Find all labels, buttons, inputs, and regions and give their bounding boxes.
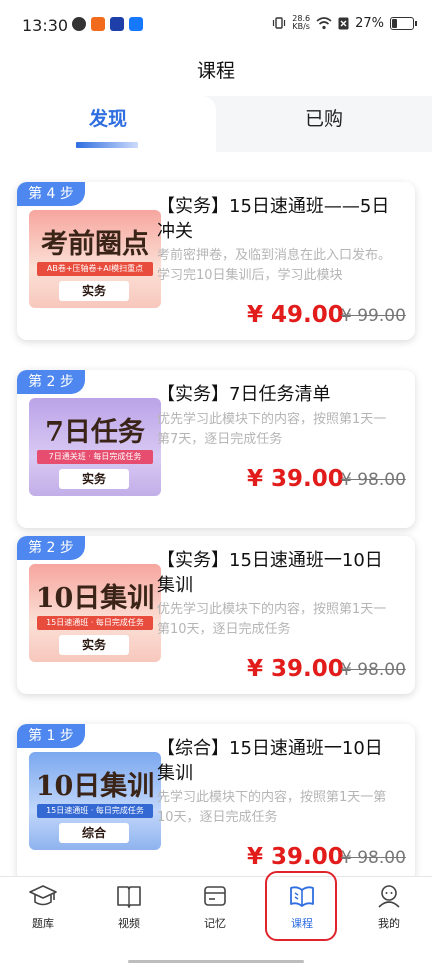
notification-icons: [72, 17, 143, 31]
tab-bar: 发现 已购: [0, 96, 432, 152]
step-badge: 第 1 步: [17, 724, 85, 748]
app-notification-icon: [72, 17, 86, 31]
course-card[interactable]: 第 2 步 10日集训 15日速通班 · 每日完成任务 实务 【实务】15日速通…: [17, 536, 415, 694]
tab-indicator: [76, 142, 138, 148]
status-bar: 13:30 28.6 KB/s 27%: [0, 0, 432, 50]
nav-label: 课程: [291, 917, 313, 930]
course-title: 【综合】15日速通班一10日集训: [157, 738, 383, 784]
wifi-icon: [316, 16, 332, 29]
app-notification-icon: [110, 17, 124, 31]
network-speed: 28.6 KB/s: [292, 14, 311, 31]
thumbnail-title: 10日集训: [35, 583, 155, 614]
step-badge: 第 4 步: [17, 182, 85, 206]
course-title: 【实务】15日速通班一10日集训: [157, 550, 383, 596]
course-title: 【实务】7日任务清单: [157, 384, 331, 405]
card-icon: [204, 886, 226, 906]
person-icon: [378, 885, 400, 908]
status-time: 13:30: [22, 16, 69, 35]
graduation-cap-icon: [29, 885, 57, 906]
thumbnail-tag: 实务: [59, 469, 129, 489]
thumbnail-title: 考前圈点: [41, 229, 149, 260]
course-thumbnail: 考前圈点 AB卷+压轴卷+AI模扫重点 实务: [29, 210, 161, 308]
vibrate-icon: [273, 17, 286, 29]
course-card[interactable]: 第 1 步 10日集训 15日速通班 · 每日完成任务 综合 【综合】15日速通…: [17, 724, 415, 876]
nav-item-profile[interactable]: 我的: [346, 883, 432, 931]
nav-label: 视频: [118, 917, 140, 930]
course-thumbnail: 10日集训 15日速通班 · 每日完成任务 综合: [29, 752, 161, 850]
course-original-price: ¥ 98.00: [341, 848, 406, 868]
thumbnail-subtitle: 7日通关班 · 每日完成任务: [37, 450, 153, 464]
thumbnail-subtitle: 15日速通班 · 每日完成任务: [37, 616, 153, 630]
no-sim-icon: [338, 17, 349, 29]
app-notification-icon: [91, 17, 105, 31]
course-title: 【实务】15日速通班——5日冲关: [157, 196, 390, 242]
page-title: 课程: [196, 60, 235, 82]
step-badge: 第 2 步: [17, 536, 85, 560]
course-card[interactable]: 第 4 步 考前圈点 AB卷+压轴卷+AI模扫重点 实务 【实务】15日速通班—…: [17, 182, 415, 340]
course-list[interactable]: 第 4 步 考前圈点 AB卷+压轴卷+AI模扫重点 实务 【实务】15日速通班—…: [0, 152, 432, 876]
nav-item-video[interactable]: 视频: [86, 883, 172, 931]
bottom-nav: 题库 视频 记忆 课程 我的: [0, 871, 432, 965]
nav-item-course[interactable]: 课程: [259, 883, 345, 931]
course-original-price: ¥ 98.00: [341, 470, 406, 490]
nav-label: 我的: [378, 917, 400, 930]
nav-item-memory[interactable]: 记忆: [172, 883, 258, 931]
course-card[interactable]: 第 2 步 7日任务 7日通关班 · 每日完成任务 实务 【实务】7日任务清单 …: [17, 370, 415, 528]
home-indicator[interactable]: [128, 960, 304, 963]
course-thumbnail: 10日集训 15日速通班 · 每日完成任务 实务: [29, 564, 161, 662]
battery-percent: 27%: [355, 15, 384, 31]
thumbnail-title: 10日集训: [35, 771, 155, 802]
course-description: 先学习此模块下的内容，按照第1天一第10天，逐日完成任务: [157, 790, 387, 825]
thumbnail-subtitle: 15日速通班 · 每日完成任务: [37, 804, 153, 818]
thumbnail-tag: 实务: [59, 635, 129, 655]
course-description: 优先学习此模块下的内容，按照第1天一第10天，逐日完成任务: [157, 602, 387, 637]
status-right: 28.6 KB/s 27%: [272, 14, 417, 31]
course-original-price: ¥ 99.00: [341, 306, 406, 326]
nav-label: 记忆: [204, 917, 226, 930]
course-description: 考前密押卷，及临到消息在此入口发布。学习完10日集训后，学习此模块: [157, 248, 392, 283]
nav-label: 题库: [32, 917, 54, 930]
course-price: ¥ 39.00: [247, 466, 344, 492]
battery-icon: [390, 16, 417, 30]
course-price: ¥ 49.00: [247, 302, 344, 328]
thumbnail-tag: 综合: [59, 823, 129, 843]
course-description: 优先学习此模块下的内容，按照第1天一第7天，逐日完成任务: [157, 412, 387, 447]
thumbnail-title: 7日任务: [45, 417, 145, 448]
course-original-price: ¥ 98.00: [341, 660, 406, 680]
course-price: ¥ 39.00: [247, 844, 344, 870]
open-book-icon: [290, 886, 314, 907]
thumbnail-subtitle: AB卷+压轴卷+AI模扫重点: [37, 262, 153, 276]
nav-item-question-bank[interactable]: 题库: [0, 883, 86, 931]
book-icon: [117, 886, 141, 908]
alipay-icon: [129, 17, 143, 31]
thumbnail-tag: 实务: [59, 281, 129, 301]
course-thumbnail: 7日任务 7日通关班 · 每日完成任务 实务: [29, 398, 161, 496]
tab-purchased[interactable]: 已购: [216, 96, 432, 152]
course-price: ¥ 39.00: [247, 656, 344, 682]
step-badge: 第 2 步: [17, 370, 85, 394]
